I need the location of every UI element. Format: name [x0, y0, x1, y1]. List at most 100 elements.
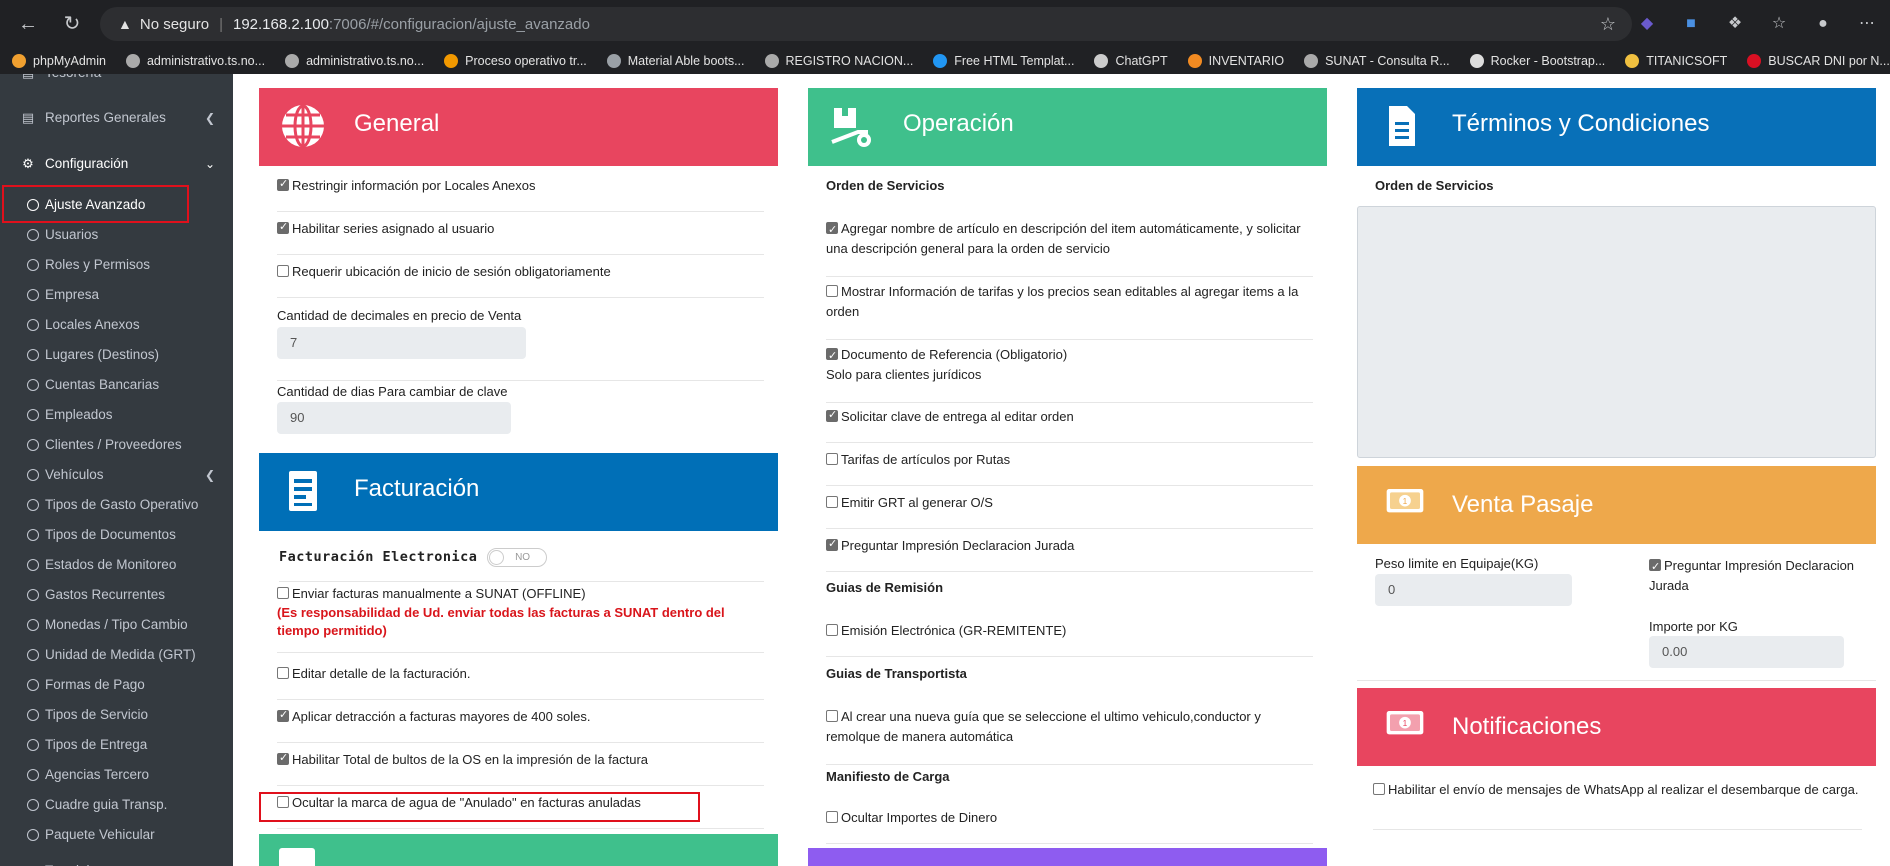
- checkbox[interactable]: [277, 751, 289, 765]
- bookmark-item[interactable]: TITANICSOFT: [1625, 54, 1727, 68]
- checkbox[interactable]: [826, 346, 838, 366]
- favorites-icon[interactable]: ☆: [1768, 13, 1790, 35]
- sidebar-item-tutoriales[interactable]: ▤ Tutoriales ❮: [0, 856, 233, 866]
- bookmark-item[interactable]: SUNAT - Consulta R...: [1304, 54, 1450, 68]
- sidebar-subitem[interactable]: Locales Anexos: [0, 310, 233, 340]
- circle-icon: [27, 799, 39, 811]
- checkbox[interactable]: [826, 496, 838, 508]
- checkbox[interactable]: [826, 811, 838, 823]
- checkbox[interactable]: [277, 667, 289, 679]
- operacion-o2[interactable]: Mostrar Información de tarifas y los pre…: [826, 282, 1313, 340]
- bookmark-item[interactable]: ChatGPT: [1094, 54, 1168, 68]
- peso-input[interactable]: 0: [1375, 574, 1572, 606]
- electronic-row: Facturación Electronica NO: [279, 548, 764, 582]
- operacion-o10[interactable]: Ocultar Importes de Dinero: [826, 810, 1313, 844]
- checkbox[interactable]: [826, 710, 838, 722]
- bookmark-item[interactable]: INVENTARIO: [1187, 54, 1285, 68]
- sidebar-subitem[interactable]: Empresa: [0, 280, 233, 310]
- sidebar-subitem[interactable]: Estados de Monitoreo: [0, 550, 233, 580]
- address-bar[interactable]: ▲ No seguro | 192.168.2.100:7006/#/configur…: [100, 7, 1632, 41]
- sidebar-subitem[interactable]: Clientes / Proveedores: [0, 430, 233, 460]
- sidebar-subitem[interactable]: Unidad de Medida (GRT): [0, 640, 233, 670]
- panel-title: Facturación: [354, 475, 480, 502]
- checkbox[interactable]: [826, 220, 838, 240]
- operacion-o9[interactable]: Al crear una nueva guía que se seleccion…: [826, 707, 1313, 765]
- facturacion-opt2[interactable]: Editar detalle de la facturación.: [277, 666, 764, 700]
- checkbox[interactable]: [277, 220, 289, 234]
- bookmark-label: INVENTARIO: [1208, 54, 1285, 68]
- days-input[interactable]: 90: [277, 402, 511, 434]
- checkbox[interactable]: [277, 177, 289, 191]
- sidebar-subitem[interactable]: Vehículos ❮: [0, 460, 233, 490]
- checkbox[interactable]: [826, 285, 838, 297]
- fi-extension-icon[interactable]: ■: [1680, 13, 1702, 35]
- facturacion-opt3[interactable]: Aplicar detracción a facturas mayores de…: [277, 708, 764, 743]
- checkbox[interactable]: [277, 265, 289, 277]
- importe-input[interactable]: 0.00: [1649, 636, 1844, 668]
- bookmark-item[interactable]: administrativo.ts.no...: [125, 54, 265, 68]
- svg-text:1: 1: [1403, 718, 1408, 728]
- bookmark-item[interactable]: Material Able boots...: [606, 54, 745, 68]
- sidebar-subitem[interactable]: Paquete Vehicular: [0, 820, 233, 850]
- sidebar-subitem[interactable]: Cuentas Bancarias: [0, 370, 233, 400]
- notificaciones-opt[interactable]: Habilitar el envío de mensajes de WhatsA…: [1373, 780, 1862, 830]
- venta-pregunta[interactable]: Preguntar Impresión Declaracion Jurada: [1649, 556, 1866, 596]
- sidebar-subitem[interactable]: Gastos Recurrentes: [0, 580, 233, 610]
- sidebar-subitem[interactable]: Tipos de Documentos: [0, 520, 233, 550]
- electronic-toggle[interactable]: NO: [487, 548, 548, 567]
- terms-textarea[interactable]: [1357, 206, 1876, 458]
- bookmark-item[interactable]: Proceso operativo tr...: [444, 54, 587, 68]
- sidebar-item-tesoreria[interactable]: ▤ Tesorería: [0, 74, 233, 88]
- facturacion-opt1[interactable]: Enviar facturas manualmente a SUNAT (OFF…: [277, 586, 764, 653]
- bookmark-item[interactable]: Free HTML Templat...: [933, 54, 1074, 68]
- extension-icon[interactable]: ◆: [1636, 13, 1658, 35]
- bookmark-star-icon[interactable]: ☆: [1600, 7, 1616, 41]
- bookmark-item[interactable]: Rocker - Bootstrap...: [1469, 54, 1605, 68]
- general-opt3[interactable]: Requerir ubicación de inicio de sesión o…: [277, 264, 764, 298]
- user-icon[interactable]: ●: [1812, 13, 1834, 35]
- sidebar-item-configuracion[interactable]: ⚙ Configuración ⌄: [0, 149, 233, 179]
- sidebar-subitem-label: Vehículos: [45, 467, 104, 482]
- operacion-o4[interactable]: Solicitar clave de entrega al editar ord…: [826, 408, 1313, 443]
- sidebar-subitem[interactable]: Roles y Permisos: [0, 250, 233, 280]
- operacion-o8[interactable]: Emisión Electrónica (GR-REMITENTE): [826, 623, 1313, 657]
- checkbox[interactable]: [277, 587, 289, 599]
- general-opt2[interactable]: Habilitar series asignado al usuario: [277, 220, 764, 255]
- sidebar-subitem[interactable]: Tipos de Servicio: [0, 700, 233, 730]
- facturacion-opt4[interactable]: Habilitar Total de bultos de la OS en la…: [277, 751, 764, 786]
- more-icon[interactable]: ⋯: [1856, 13, 1878, 35]
- back-icon[interactable]: ←: [14, 10, 42, 38]
- sidebar-subitem[interactable]: Usuarios: [0, 220, 233, 250]
- notificaciones-panel: 1 Notificaciones Habilitar el envío de m…: [1357, 688, 1876, 830]
- bookmark-item[interactable]: REGISTRO NACION...: [764, 54, 913, 68]
- checkbox[interactable]: [826, 408, 838, 422]
- puzzle-icon[interactable]: ❖: [1724, 13, 1746, 35]
- checkbox[interactable]: [826, 453, 838, 465]
- sidebar-subitem[interactable]: Cuadre guia Transp.: [0, 790, 233, 820]
- operacion-o6[interactable]: Emitir GRT al generar O/S: [826, 495, 1313, 529]
- checkbox[interactable]: [1649, 557, 1661, 577]
- sidebar-subitem[interactable]: Empleados: [0, 400, 233, 430]
- bookmark-item[interactable]: BUSCAR DNI por N...: [1747, 54, 1890, 68]
- checkbox[interactable]: [1373, 783, 1385, 795]
- sidebar-subitem[interactable]: Monedas / Tipo Cambio: [0, 610, 233, 640]
- operacion-o7[interactable]: Preguntar Impresión Declaracion Jurada: [826, 537, 1313, 572]
- sidebar-subitem[interactable]: Formas de Pago: [0, 670, 233, 700]
- checkbox[interactable]: [277, 708, 289, 722]
- sidebar-subitem[interactable]: Lugares (Destinos): [0, 340, 233, 370]
- bookmark-item[interactable]: administrativo.ts.no...: [285, 54, 424, 68]
- operacion-o3[interactable]: Documento de Referencia (Obligatorio)Sol…: [826, 345, 1313, 403]
- sidebar-subitem[interactable]: Agencias Tercero: [0, 760, 233, 790]
- reload-icon[interactable]: ↻: [58, 10, 86, 38]
- decimals-input[interactable]: 7: [277, 327, 526, 359]
- operacion-o5[interactable]: Tarifas de artículos por Rutas: [826, 452, 1313, 486]
- checkbox[interactable]: [826, 624, 838, 636]
- sidebar-subitem[interactable]: Tipos de Gasto Operativo: [0, 490, 233, 520]
- checkbox[interactable]: [826, 537, 838, 551]
- bookmark-item[interactable]: phpMyAdmin: [12, 54, 106, 68]
- bookmark-label: Material Able boots...: [627, 54, 745, 68]
- sidebar-subitem[interactable]: Tipos de Entrega: [0, 730, 233, 760]
- general-opt1[interactable]: Restringir información por Locales Anexo…: [277, 177, 764, 212]
- operacion-o1[interactable]: Agregar nombre de artículo en descripció…: [826, 219, 1313, 277]
- sidebar-item-reportes[interactable]: ▤ Reportes Generales ❮: [0, 103, 233, 133]
